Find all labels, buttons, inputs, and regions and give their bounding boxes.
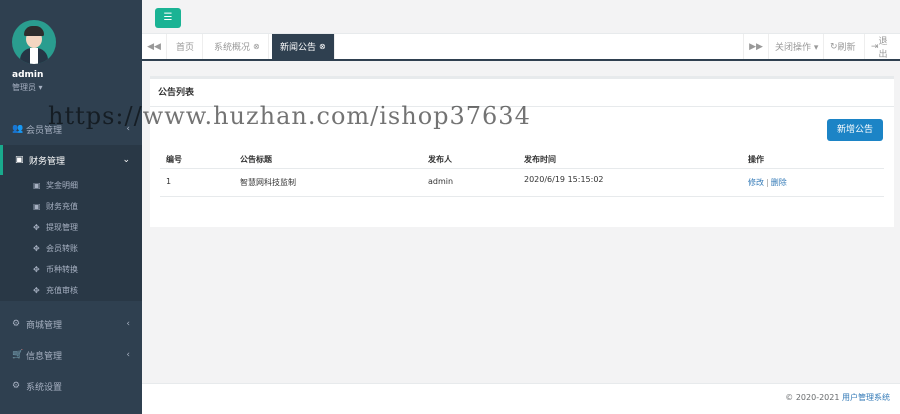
column-header[interactable]: 操作 <box>748 154 764 165</box>
sidebar-item-mall[interactable]: ⚙ 商城管理 ‹ <box>0 309 142 339</box>
tab-news[interactable]: 新闻公告 ⊗ <box>272 34 335 59</box>
menu-toggle-button[interactable]: ☰ <box>155 8 181 28</box>
finance-submenu: ▣ 奖金明细 ▣ 财务充值 ✥ 提现管理 ✥ 会员转账 ✥ 币种转换 ✥ 充值审… <box>0 175 142 301</box>
sidebar-subitem-withdraw[interactable]: ✥ 提现管理 <box>0 217 142 238</box>
sidebar-subitem-label: 充值审核 <box>46 286 78 295</box>
hamburger-icon: ☰ <box>163 12 173 23</box>
sidebar-item-label: 财务管理 <box>29 156 66 167</box>
expand-icon: ✥ <box>33 223 40 232</box>
tab-scroll-left-button[interactable]: ◀◀ <box>142 34 167 59</box>
logout-icon: ⇥ <box>871 41 879 52</box>
action-separator: | <box>766 178 769 187</box>
user-name: admin <box>12 70 44 80</box>
forward-icon: ▶▶ <box>749 41 763 52</box>
announcement-table: 编号 公告标题 发布人 发布时间 操作 1 智慧网科技监制 admin 2020… <box>160 149 884 197</box>
sidebar-subitem-transfer[interactable]: ✥ 会员转账 <box>0 238 142 259</box>
copyright-text: © 2020-2021 <box>785 393 842 402</box>
cell-actions: 修改 | 删除 <box>748 177 787 188</box>
sidebar-subitem-label: 奖金明细 <box>46 181 78 190</box>
cart-icon: 🛒 <box>12 350 24 360</box>
refresh-button[interactable]: ↻ 刷新 <box>823 34 862 59</box>
sidebar-item-settings[interactable]: ⚙ 系统设置 <box>0 371 142 401</box>
close-icon[interactable]: ⊗ <box>253 42 260 51</box>
cogs-icon: ⚙ <box>12 319 21 329</box>
add-announcement-button[interactable]: 新增公告 <box>827 119 883 141</box>
footer: © 2020-2021 用户管理系统 <box>142 383 900 414</box>
delete-link[interactable]: 删除 <box>771 178 787 187</box>
column-header[interactable]: 编号 <box>166 154 182 165</box>
top-bar: ☰ <box>142 0 900 34</box>
chevron-left-icon: ‹ <box>126 319 130 329</box>
logout-label: 退出 <box>878 36 888 60</box>
sidebar: admin 管理员 ▾ 👥 会员管理 ‹ ▣ 财务管理 ⌄ ▣ 奖金明细 ▣ 财… <box>0 0 142 414</box>
backward-icon: ◀◀ <box>147 41 161 52</box>
sidebar-subitem-label: 会员转账 <box>46 244 78 253</box>
sidebar-item-finance[interactable]: ▣ 财务管理 ⌄ <box>0 145 142 175</box>
sidebar-item-label: 系统设置 <box>26 382 63 393</box>
footer-copyright: © 2020-2021 用户管理系统 <box>785 392 890 403</box>
table-row: 1 智慧网科技监制 admin 2020/6/19 15:15:02 修改 | 删除 <box>160 169 884 197</box>
sidebar-subitem-label: 财务充值 <box>46 202 78 211</box>
cell-author: admin <box>428 177 454 186</box>
money-icon: ▣ <box>33 181 41 190</box>
gear-icon: ⚙ <box>12 381 21 391</box>
edit-link[interactable]: 修改 <box>748 178 764 187</box>
panel-title: 公告列表 <box>150 79 894 107</box>
tab-home[interactable]: 首页 <box>168 34 204 59</box>
users-icon: 👥 <box>12 124 24 134</box>
cell-id: 1 <box>166 177 172 186</box>
tab-label: 首页 <box>176 43 195 53</box>
refresh-icon: ↻ <box>830 41 838 52</box>
sidebar-item-label: 会员管理 <box>26 125 63 136</box>
user-role-dropdown[interactable]: 管理员 ▾ <box>12 82 142 93</box>
sidebar-item-label: 信息管理 <box>26 351 63 362</box>
sidebar-item-info[interactable]: 🛒 信息管理 ‹ <box>0 340 142 370</box>
sidebar-item-label: 商城管理 <box>26 320 63 331</box>
chevron-left-icon: ‹ <box>126 124 130 134</box>
brand-link[interactable]: 用户管理系统 <box>842 393 890 402</box>
cell-title: 智慧网科技监制 <box>240 178 296 187</box>
tab-label: 新闻公告 <box>280 43 317 53</box>
sidebar-subitem-recharge[interactable]: ▣ 财务充值 <box>0 196 142 217</box>
money-icon: ▣ <box>15 155 24 165</box>
refresh-label: 刷新 <box>837 43 856 53</box>
expand-icon: ✥ <box>33 286 40 295</box>
user-profile: admin 管理员 ▾ <box>0 0 142 110</box>
sidebar-item-members[interactable]: 👥 会员管理 ‹ <box>0 114 142 144</box>
tab-label: 系统概况 <box>214 43 251 53</box>
sidebar-subitem-currency[interactable]: ✥ 币种转换 <box>0 259 142 280</box>
avatar[interactable] <box>12 20 56 64</box>
sidebar-subitem-label: 提现管理 <box>46 223 78 232</box>
cell-time: 2020/6/19 15:15:02 <box>524 175 604 184</box>
sidebar-subitem-label: 币种转换 <box>46 265 78 274</box>
sidebar-subitem-audit[interactable]: ✥ 充值审核 <box>0 280 142 301</box>
tab-system-overview[interactable]: 系统概况 ⊗ <box>206 34 269 59</box>
close-icon[interactable]: ⊗ <box>319 42 326 51</box>
close-ops-label: 关闭操作 ▾ <box>775 43 819 53</box>
chevron-left-icon: ‹ <box>126 350 130 360</box>
column-header[interactable]: 公告标题 <box>240 154 272 165</box>
tab-bar: ◀◀ 首页 系统概况 ⊗ 新闻公告 ⊗ ▶▶ 关闭操作 ▾ ↻ 刷新 ⇥ 退出 <box>142 34 900 61</box>
announcement-panel: 公告列表 新增公告 编号 公告标题 发布人 发布时间 操作 1 智慧网科技监制 … <box>150 76 894 227</box>
column-header[interactable]: 发布人 <box>428 154 452 165</box>
table-header-row: 编号 公告标题 发布人 发布时间 操作 <box>160 149 884 169</box>
tab-scroll-right-button[interactable]: ▶▶ <box>743 34 768 59</box>
column-header[interactable]: 发布时间 <box>524 154 556 165</box>
sidebar-subitem-bonus[interactable]: ▣ 奖金明细 <box>0 175 142 196</box>
money-icon: ▣ <box>33 202 41 211</box>
expand-icon: ✥ <box>33 244 40 253</box>
close-ops-dropdown[interactable]: 关闭操作 ▾ <box>768 34 824 59</box>
expand-icon: ✥ <box>33 265 40 274</box>
chevron-down-icon: ⌄ <box>122 155 130 165</box>
logout-button[interactable]: ⇥ 退出 <box>864 34 900 60</box>
